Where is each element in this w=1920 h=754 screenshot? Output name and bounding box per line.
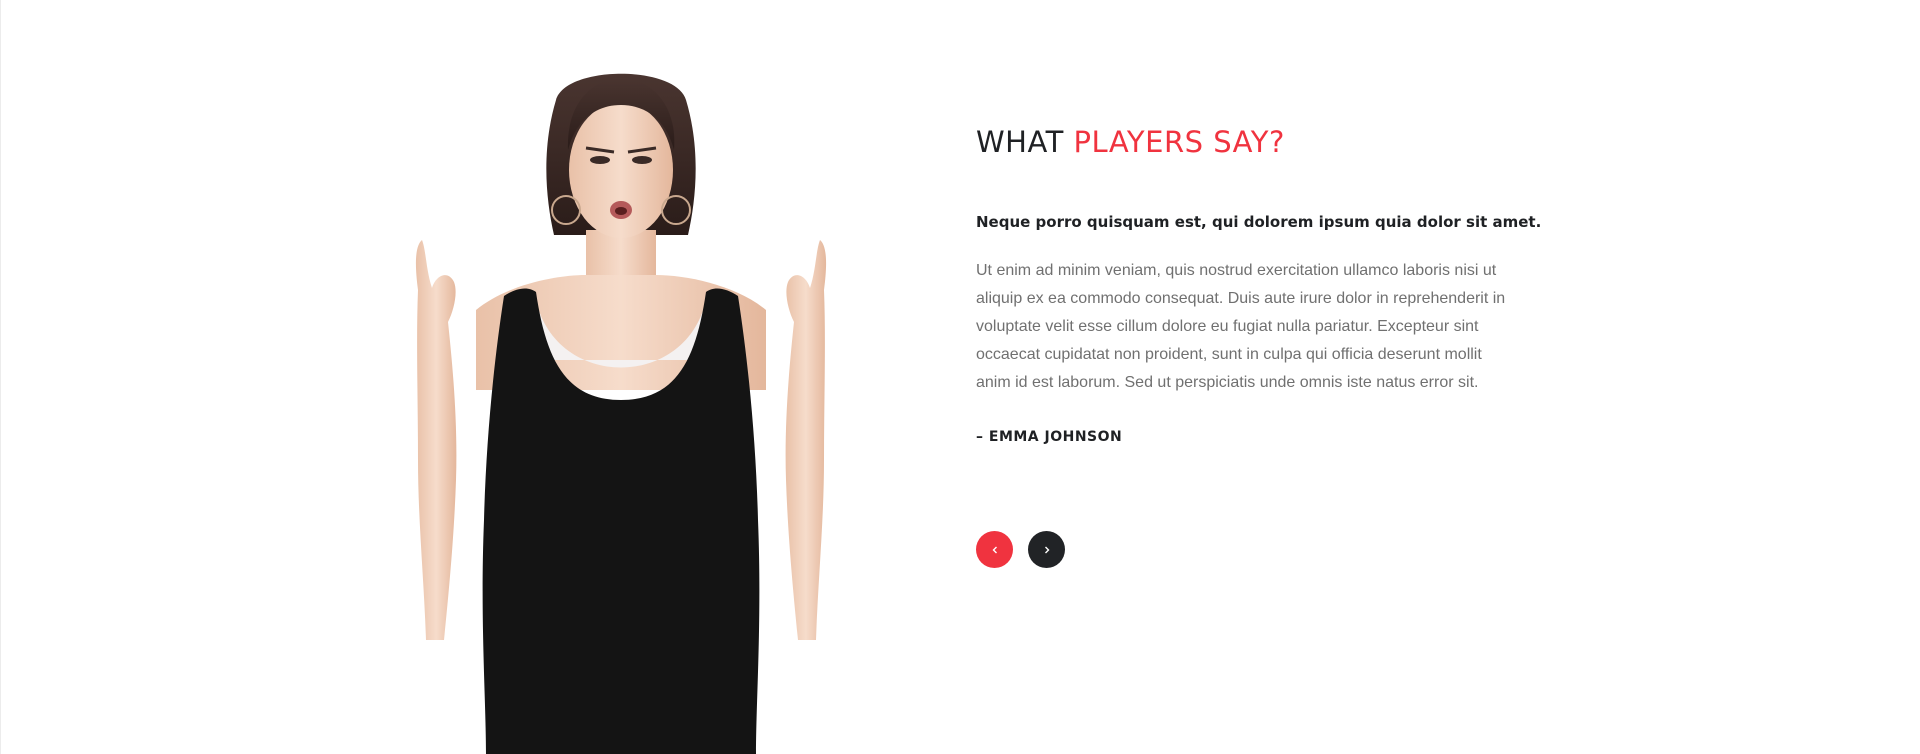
player-portrait-image [415, 73, 827, 754]
prev-testimonial-button[interactable] [976, 531, 1013, 568]
testimonial-lead: Neque porro quisquam est, qui dolorem ip… [976, 213, 1542, 231]
chevron-left-icon [992, 546, 997, 553]
heading-part-2-accent: PLAYERS SAY? [1073, 125, 1285, 159]
testimonial-author: – EMMA JOHNSON [976, 429, 1123, 445]
chevron-right-icon [1044, 546, 1049, 553]
heading-part-1: WHAT [976, 125, 1064, 159]
testimonial-photo [396, 60, 846, 754]
section-heading: WHAT PLAYERS SAY? [976, 122, 1536, 162]
next-testimonial-button[interactable] [1028, 531, 1065, 568]
testimonial-content: WHAT PLAYERS SAY? Neque porro quisquam e… [976, 122, 1542, 447]
testimonial-body: Ut enim ad minim veniam, quis nostrud ex… [976, 262, 1506, 391]
testimonials-section: WHAT PLAYERS SAY? Neque porro quisquam e… [0, 0, 1920, 754]
carousel-nav [976, 531, 1065, 568]
